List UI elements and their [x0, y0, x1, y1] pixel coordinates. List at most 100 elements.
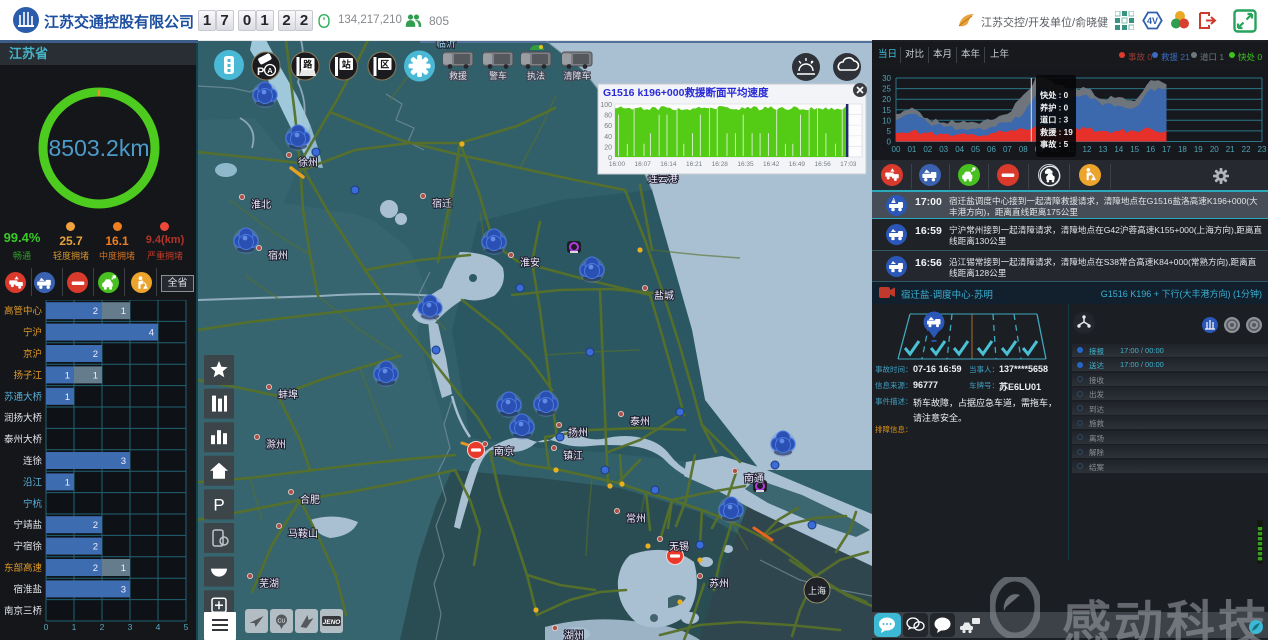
svg-text:2: 2 [93, 563, 98, 574]
svg-text:常州: 常州 [626, 512, 646, 525]
svg-text:12: 12 [1083, 145, 1092, 154]
svg-text:5: 5 [887, 127, 892, 136]
svg-text:快处 : 0: 快处 : 0 [1039, 90, 1069, 100]
svg-text:JENO: JENO [323, 619, 341, 626]
svg-text:宿淮盐: 宿淮盐 [13, 583, 42, 595]
svg-text:P: P [257, 66, 264, 78]
svg-text:湖州: 湖州 [564, 630, 584, 640]
svg-text:1: 1 [121, 306, 126, 317]
svg-text:3: 3 [121, 456, 126, 467]
svg-text:4: 4 [149, 328, 154, 339]
svg-text:芜湖: 芜湖 [259, 577, 279, 590]
svg-text:4V: 4V [1147, 16, 1158, 26]
svg-text:扬州: 扬州 [568, 426, 588, 439]
svg-text:徐州: 徐州 [298, 156, 318, 169]
svg-text:宁杭: 宁杭 [23, 498, 43, 510]
svg-text:A: A [267, 66, 273, 75]
svg-text:事故 : 5: 事故 : 5 [1040, 139, 1069, 149]
svg-text:14: 14 [1114, 145, 1123, 154]
svg-text:G1516 k196+000救援断面平均速度: G1516 k196+000救援断面平均速度 [603, 86, 769, 99]
svg-text:16:28: 16:28 [712, 161, 729, 168]
svg-text:18: 18 [1178, 145, 1187, 154]
svg-text:5: 5 [184, 622, 189, 632]
svg-text:15: 15 [1130, 145, 1139, 154]
svg-text:宿州: 宿州 [268, 249, 288, 262]
svg-text:17:03: 17:03 [840, 161, 857, 168]
svg-text:8503.2km: 8503.2km [48, 135, 149, 161]
svg-text:16:14: 16:14 [660, 161, 677, 168]
svg-text:19: 19 [1194, 145, 1203, 154]
svg-text:救援 : 19: 救援 : 19 [1040, 127, 1073, 137]
svg-text:2: 2 [93, 349, 98, 360]
svg-text:无锡: 无锡 [669, 540, 689, 553]
svg-text:05: 05 [971, 145, 980, 154]
svg-text:蚌埠: 蚌埠 [278, 388, 298, 401]
svg-text:10: 10 [882, 116, 891, 125]
svg-text:40: 40 [604, 134, 612, 141]
svg-text:警车: 警车 [489, 70, 507, 81]
svg-text:2: 2 [93, 520, 98, 531]
svg-text:苏州: 苏州 [709, 577, 729, 590]
svg-text:宁靖盐: 宁靖盐 [13, 519, 42, 531]
svg-text:16:35: 16:35 [737, 161, 754, 168]
svg-text:30: 30 [882, 74, 891, 83]
svg-text:08: 08 [1019, 145, 1028, 154]
svg-text:道口 : 3: 道口 : 3 [1040, 115, 1069, 125]
svg-text:滁州: 滁州 [266, 438, 286, 451]
svg-text:CU: CU [278, 619, 286, 625]
svg-text:02: 02 [923, 145, 932, 154]
svg-text:2: 2 [93, 542, 98, 553]
svg-text:盐城: 盐城 [654, 289, 674, 302]
svg-text:马鞍山: 马鞍山 [288, 527, 318, 540]
svg-text:16:00: 16:00 [609, 161, 626, 168]
svg-text:16:07: 16:07 [635, 161, 652, 168]
svg-text:3: 3 [128, 622, 133, 632]
svg-text:沿江: 沿江 [23, 477, 43, 488]
svg-text:1: 1 [121, 563, 126, 574]
svg-text:临沂: 临沂 [436, 40, 456, 50]
svg-text:04: 04 [955, 145, 964, 154]
svg-text:17: 17 [1162, 145, 1171, 154]
svg-text:苏通大桥: 苏通大桥 [4, 391, 43, 403]
svg-text:22: 22 [1242, 145, 1251, 154]
svg-text:16:49: 16:49 [789, 161, 806, 168]
svg-text:镇江: 镇江 [563, 449, 583, 462]
svg-text:1: 1 [93, 370, 98, 381]
svg-text:2: 2 [100, 622, 105, 632]
svg-text:4: 4 [156, 622, 161, 632]
svg-text:泰州大桥: 泰州大桥 [4, 434, 43, 446]
svg-text:宿迁: 宿迁 [432, 197, 452, 210]
svg-text:20: 20 [882, 95, 891, 104]
svg-text:南京三桥: 南京三桥 [4, 605, 43, 617]
svg-text:清障车: 清障车 [563, 70, 590, 81]
svg-text:20: 20 [604, 144, 612, 151]
svg-text:16:42: 16:42 [763, 161, 780, 168]
svg-text:13: 13 [1098, 145, 1107, 154]
svg-text:P: P [213, 495, 224, 514]
svg-text:1: 1 [65, 392, 70, 403]
svg-text:60: 60 [604, 123, 612, 130]
svg-text:上海: 上海 [808, 585, 826, 596]
svg-text:00: 00 [892, 145, 901, 154]
svg-text:A: A [892, 198, 896, 204]
svg-text:0: 0 [44, 622, 49, 632]
svg-text:20: 20 [1210, 145, 1219, 154]
svg-text:连徐: 连徐 [23, 455, 43, 467]
svg-text:06: 06 [987, 145, 996, 154]
svg-text:01: 01 [907, 145, 916, 154]
svg-text:泰州: 泰州 [630, 415, 650, 428]
svg-text:100: 100 [600, 102, 612, 109]
svg-text:23: 23 [1258, 145, 1267, 154]
svg-text:南通: 南通 [744, 472, 764, 485]
svg-text:养护 : 0: 养护 : 0 [1039, 102, 1069, 112]
svg-text:07: 07 [1003, 145, 1012, 154]
svg-text:救援: 救援 [449, 70, 467, 81]
svg-text:16:56: 16:56 [814, 161, 831, 168]
svg-text:25: 25 [882, 85, 891, 94]
svg-text:淮北: 淮北 [251, 199, 271, 211]
svg-text:21: 21 [1226, 145, 1235, 154]
svg-text:1: 1 [65, 370, 70, 381]
svg-text:京沪: 京沪 [23, 348, 42, 360]
svg-text:80: 80 [604, 113, 612, 120]
svg-text:路: 路 [303, 59, 313, 70]
